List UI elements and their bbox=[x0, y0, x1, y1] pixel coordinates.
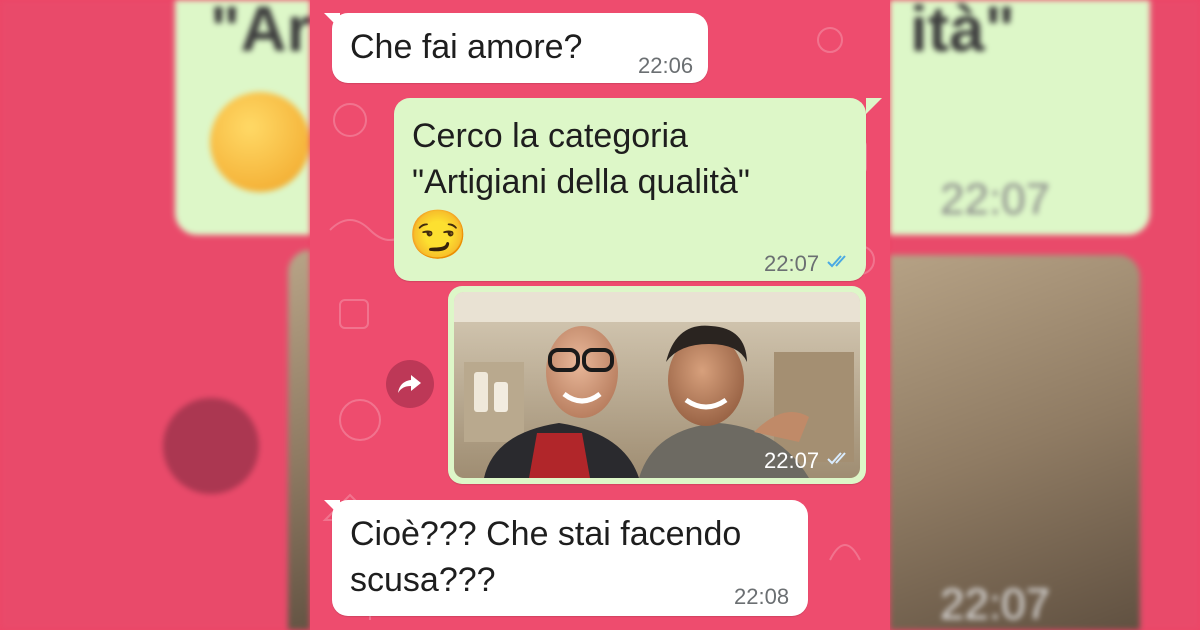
incoming-message[interactable]: Che fai amore? 22:06 bbox=[332, 13, 708, 83]
blurred-backdrop-right: ità" 22:07 22:07 bbox=[890, 0, 1200, 630]
message-text: scusa??? bbox=[350, 561, 496, 599]
blurred-text: ità" bbox=[910, 0, 1016, 65]
message-text: Cioè??? Che stai facendo bbox=[350, 515, 742, 553]
bubble-tail bbox=[866, 98, 882, 114]
message-time: 22:08 bbox=[734, 584, 790, 609]
bubble-tail bbox=[324, 13, 340, 29]
chat-window[interactable]: Che fai amore? 22:06 Cerco la categoria … bbox=[310, 0, 890, 630]
message-time: 22:07 bbox=[764, 251, 820, 276]
forward-arrow-icon bbox=[398, 375, 421, 393]
blurred-backdrop-left: "Ar bbox=[0, 0, 310, 630]
message-text: Che fai amore? bbox=[350, 28, 583, 66]
blurred-forward-icon bbox=[163, 398, 259, 494]
blurred-photo bbox=[890, 255, 1140, 630]
blurred-time: 22:07 bbox=[940, 175, 1051, 224]
image-message[interactable]: 22:07 bbox=[448, 286, 866, 484]
message-text: Cerco la categoria bbox=[412, 117, 688, 155]
blurred-photo bbox=[288, 250, 310, 630]
blurred-emoji bbox=[210, 92, 310, 192]
outgoing-message[interactable]: Cerco la categoria "Artigiani della qual… bbox=[394, 98, 866, 281]
message-time: 22:06 bbox=[638, 53, 694, 78]
smirk-emoji: 😏 bbox=[408, 209, 468, 262]
double-check-icon bbox=[827, 255, 846, 268]
blurred-text: "Ar bbox=[210, 0, 310, 65]
blurred-time: 22:07 bbox=[940, 580, 1051, 629]
forward-button[interactable] bbox=[386, 360, 434, 408]
message-text: "Artigiani della qualità" bbox=[412, 163, 750, 201]
bubble-tail bbox=[324, 500, 340, 516]
incoming-message[interactable]: Cioè??? Che stai facendo scusa??? 22:08 bbox=[332, 500, 808, 616]
double-check-icon bbox=[827, 452, 846, 465]
message-time: 22:07 bbox=[764, 448, 820, 473]
